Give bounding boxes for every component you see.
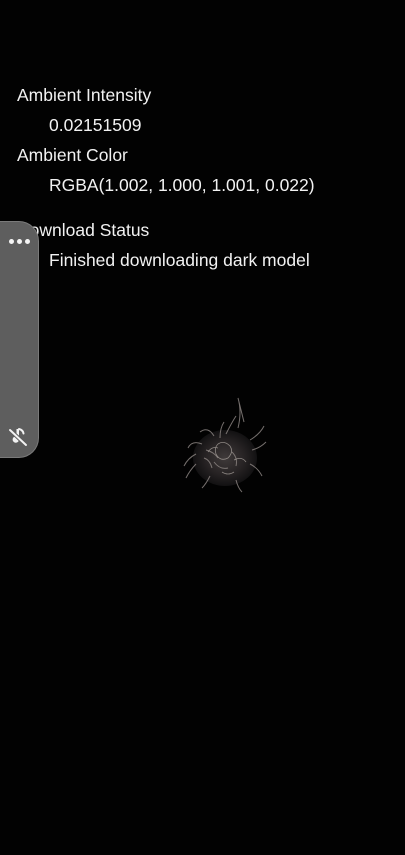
ambient-intensity-value: 0.02151509 [49,115,142,135]
menu-dot [16,238,22,244]
muted-music-glyph [8,428,28,447]
ambient-color-label: Ambient Color [17,145,128,165]
download-status-value: Finished downloading dark model [49,250,310,270]
ambient-color-value: RGBA(1.002, 1.000, 1.001, 0.022) [49,175,315,195]
menu-dot [24,238,30,244]
menu-dot [8,238,14,244]
more-horizontal-icon[interactable] [5,234,33,248]
ambient-intensity-label: Ambient Intensity [17,85,152,105]
muted-music-icon[interactable] [6,425,30,449]
sea-urchin-render [183,397,267,493]
sea-urchin-model[interactable] [180,392,270,496]
floating-side-handle[interactable] [0,221,39,458]
